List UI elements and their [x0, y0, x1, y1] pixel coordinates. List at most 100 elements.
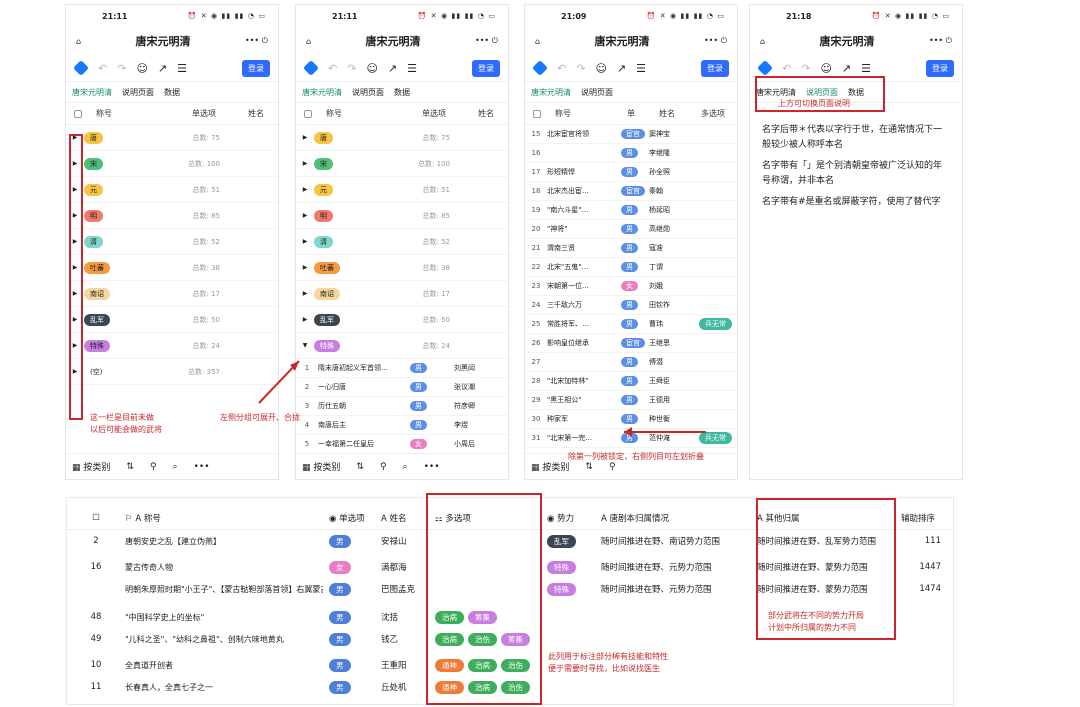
table-row[interactable]: 3 历仕五朝男符彦卿 — [296, 397, 508, 416]
redo-icon[interactable]: ↷ — [117, 62, 126, 75]
menu-icon[interactable]: ☰ — [636, 62, 646, 75]
avatar-icon[interactable]: ☺ — [820, 62, 831, 75]
col-select[interactable]: 单 — [627, 108, 659, 119]
col-name[interactable]: 姓名 — [248, 108, 264, 119]
col-title[interactable]: 称号 — [547, 108, 627, 119]
table-row[interactable]: 15 北宋宦官将领 宦官 窦神宝 — [525, 125, 737, 144]
expand-arrow-icon[interactable]: ▶ — [296, 316, 314, 323]
row-title[interactable]: 唐朝安史之乱【建立伪燕】 — [119, 536, 323, 547]
group-row[interactable]: ▶ 乱军 总数: 50 — [296, 307, 508, 333]
table-row[interactable]: 28 "北宋加特林" 男 王舜臣 — [525, 372, 737, 391]
select-all-checkbox[interactable] — [304, 109, 312, 118]
group-by-button[interactable]: ▦ 按类别 — [72, 460, 110, 473]
table-row[interactable]: 23 宋朝第一位… 女 刘娥 — [525, 277, 737, 296]
col-name[interactable]: A 姓名 — [375, 512, 429, 524]
table-row[interactable]: 16 男 李继隆 — [525, 144, 737, 163]
row-title[interactable]: 长春真人，全真七子之一 — [119, 682, 323, 693]
avatar-icon[interactable]: ☺ — [366, 62, 377, 75]
more-icon[interactable]: ••• ⏻ — [704, 36, 727, 46]
group-by-button[interactable]: ▦ 按类别 — [302, 460, 340, 473]
table-row[interactable]: 20 "神将" 男 高继勋 — [525, 220, 737, 239]
group-row[interactable]: ▶ 唐总数: 75 — [296, 125, 508, 151]
table-row[interactable]: 18 北宋杰出宦… 宦官 秦翰 — [525, 182, 737, 201]
table-row[interactable]: 5 一幸福第二任皇后 女 小周后 — [296, 435, 508, 454]
menu-icon[interactable]: ☰ — [407, 62, 417, 75]
tab-main[interactable]: 唐宋元明清 — [302, 87, 342, 98]
sort-icon[interactable]: ⇅ — [356, 462, 364, 472]
menu-icon[interactable]: ☰ — [861, 62, 871, 75]
tab-notes[interactable]: 说明页面 — [581, 87, 613, 98]
group-row[interactable]: ▶ 吐蕃 总数: 38 — [66, 255, 278, 281]
filter-icon[interactable]: ⚲ — [609, 462, 616, 472]
home-icon[interactable]: ⌂ — [306, 37, 311, 46]
undo-icon[interactable]: ↶ — [328, 62, 337, 75]
table-row[interactable]: 21 渭南三贤 男 寇准 — [525, 239, 737, 258]
group-row[interactable]: ▶ 元总数: 51 — [296, 177, 508, 203]
group-row[interactable]: ▶ (空) 总数: 357 — [66, 359, 278, 385]
group-by-button[interactable]: ▦ 按类别 — [531, 460, 569, 473]
row-title[interactable]: "中国科学史上的坐标" — [119, 612, 323, 623]
col-name[interactable]: 姓名 — [478, 108, 494, 119]
select-all-checkbox[interactable]: ☐ — [67, 513, 119, 523]
group-row[interactable]: ▶ 吐蕃 总数: 38 — [296, 255, 508, 281]
col-title[interactable]: 称号 — [318, 108, 422, 119]
tab-notes[interactable]: 说明页面 — [352, 87, 384, 98]
col-sort[interactable]: 辅助排序 — [895, 512, 951, 524]
table-row[interactable]: 27 男 傅潜 — [525, 353, 737, 372]
group-row[interactable]: ▶ 元总数: 51 — [66, 177, 278, 203]
more-icon[interactable]: ••• ⏻ — [245, 36, 268, 46]
col-multi[interactable]: 多选项 — [701, 108, 725, 119]
group-row[interactable]: ▶ 宋总数: 100 — [296, 151, 508, 177]
select-all-checkbox[interactable] — [533, 109, 541, 118]
filter-icon[interactable]: ⚲ — [150, 462, 157, 472]
home-icon[interactable]: ⌂ — [535, 37, 540, 46]
expand-arrow-icon[interactable]: ▼ — [296, 342, 314, 349]
search-icon[interactable]: ⌕ — [173, 462, 178, 472]
group-row[interactable]: ▶ 宋总数: 100 — [66, 151, 278, 177]
group-row[interactable]: ▶ 南诏 总数: 17 — [66, 281, 278, 307]
redo-icon[interactable]: ↷ — [347, 62, 356, 75]
group-row[interactable]: ▶ 唐总数: 75 — [66, 125, 278, 151]
group-row[interactable]: ▶ 清总数: 52 — [296, 229, 508, 255]
expand-arrow-icon[interactable]: ▶ — [296, 212, 314, 219]
avatar-icon[interactable]: ☺ — [136, 62, 147, 75]
col-title[interactable]: 称号 — [88, 108, 192, 119]
login-button[interactable]: 登录 — [242, 59, 270, 77]
group-row[interactable]: ▶ 特殊 总数: 24 — [66, 333, 278, 359]
group-row[interactable]: ▶ 乱军 总数: 50 — [66, 307, 278, 333]
tab-notes[interactable]: 说明页面 — [122, 87, 154, 98]
more-icon[interactable]: ••• — [194, 462, 210, 472]
group-row[interactable]: ▶ 明总数: 85 — [296, 203, 508, 229]
group-row[interactable]: ▶ 清总数: 52 — [66, 229, 278, 255]
col-select[interactable]: 单选项 — [422, 108, 478, 119]
expand-arrow-icon[interactable]: ▶ — [296, 186, 314, 193]
expand-arrow-icon[interactable]: ▶ — [296, 134, 314, 141]
group-row[interactable]: ▶ 明总数: 85 — [66, 203, 278, 229]
expand-arrow-icon[interactable]: ▶ — [296, 290, 314, 297]
table-row[interactable]: 25 常胜将军、… 男 曹玮 兵无常 — [525, 315, 737, 334]
group-row[interactable]: ▼ 特殊 总数: 24 — [296, 333, 508, 359]
undo-icon[interactable]: ↶ — [782, 62, 791, 75]
login-button[interactable]: 登录 — [472, 59, 500, 77]
table-row[interactable]: 26 影响皇位继承 宦官 王继恩 — [525, 334, 737, 353]
more-icon[interactable]: ••• — [424, 462, 440, 472]
avatar-icon[interactable]: ☺ — [595, 62, 606, 75]
share-icon[interactable]: ↗ — [842, 62, 851, 75]
login-button[interactable]: 登录 — [701, 59, 729, 77]
table-row[interactable]: 22 北宋"五鬼"… 男 丁谓 — [525, 258, 737, 277]
row-title[interactable]: 全真道开创者 — [119, 660, 323, 671]
filter-icon[interactable]: ⚲ — [380, 462, 387, 472]
share-icon[interactable]: ↗ — [617, 62, 626, 75]
col-select[interactable]: ◉ 单选项 — [323, 512, 375, 524]
sort-icon[interactable]: ⇅ — [126, 462, 134, 472]
menu-icon[interactable]: ☰ — [177, 62, 187, 75]
tab-data[interactable]: 数据 — [164, 87, 180, 98]
share-icon[interactable]: ↗ — [158, 62, 167, 75]
col-force[interactable]: ◉ 势力 — [541, 512, 595, 524]
expand-arrow-icon[interactable]: ▶ — [296, 160, 314, 167]
more-icon[interactable]: ••• ⏻ — [929, 36, 952, 46]
tab-data[interactable]: 数据 — [394, 87, 410, 98]
tab-main[interactable]: 唐宋元明清 — [531, 87, 571, 98]
undo-icon[interactable]: ↶ — [98, 62, 107, 75]
share-icon[interactable]: ↗ — [388, 62, 397, 75]
